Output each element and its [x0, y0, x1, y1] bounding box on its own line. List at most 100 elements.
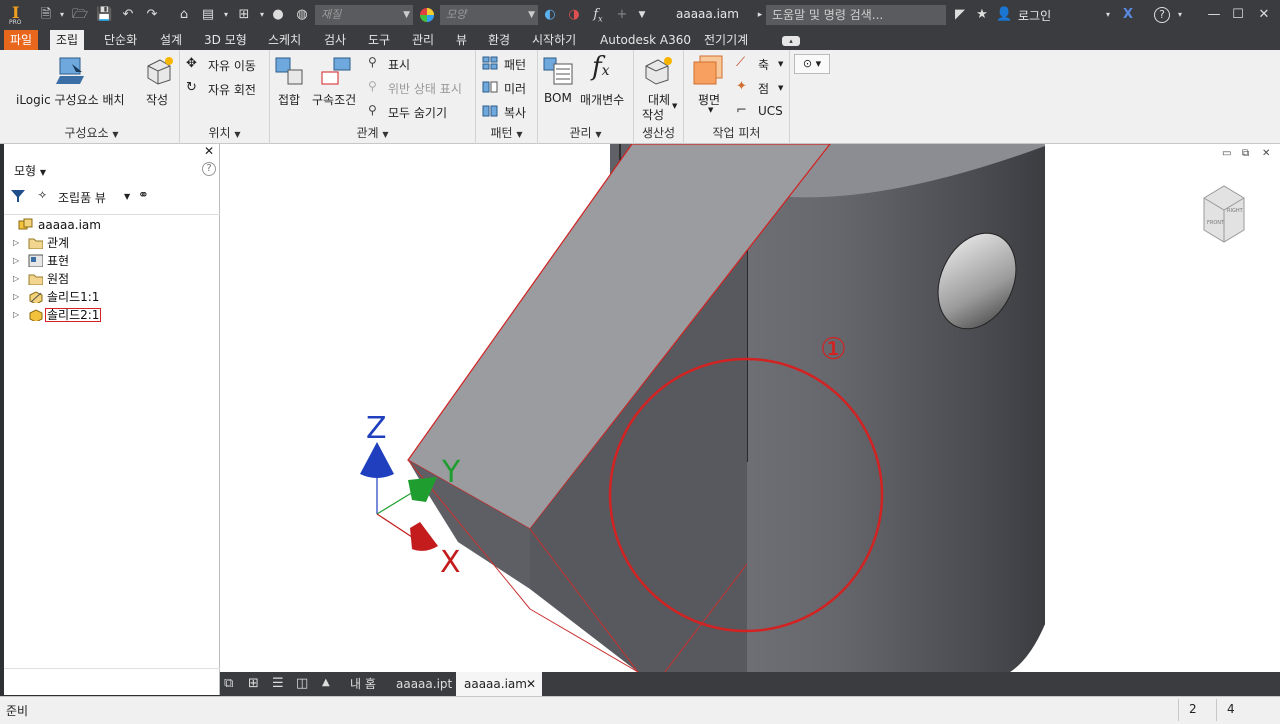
sphere-icon[interactable]: ◍ — [294, 7, 310, 23]
show-sick-button[interactable]: 위반 상태 표시 — [388, 80, 462, 97]
function-icon[interactable]: fx — [590, 7, 606, 24]
binoculars-icon[interactable]: ◤ — [952, 7, 968, 23]
tile-horizontal-icon[interactable]: ☰ — [272, 676, 284, 691]
tab-3d-model[interactable]: 3D 모형 — [198, 30, 253, 50]
close-viewport-icon[interactable]: ✕ — [1262, 148, 1270, 159]
ribbon-toggle-icon[interactable]: ▴ — [782, 36, 800, 46]
panel-title-position[interactable]: 위치 ▼ — [180, 124, 269, 141]
point-button[interactable]: 점 — [758, 80, 769, 97]
user-icon[interactable]: 👤 — [996, 7, 1012, 23]
copy-button[interactable]: 복사 — [504, 104, 526, 121]
tab-doc-iam[interactable]: aaaaa.iam ✕ — [456, 672, 542, 696]
tile-icon[interactable]: ⊞ — [248, 676, 259, 691]
tab-environments[interactable]: 환경 — [482, 30, 516, 50]
save-icon[interactable]: 💾 — [96, 7, 112, 23]
select-filter-icon[interactable]: ⊞ — [236, 7, 252, 23]
assembly-view-select[interactable]: 조립품 뷰 — [58, 189, 106, 206]
tab-manage[interactable]: 관리 — [406, 30, 440, 50]
adjust-appearance-icon[interactable]: ◐ — [542, 7, 558, 23]
create-component-icon[interactable] — [144, 56, 174, 89]
parameters-button[interactable]: 매개변수 — [580, 91, 624, 108]
tab-get-started[interactable]: 시작하기 — [526, 30, 582, 50]
free-move-button[interactable]: 자유 이동 — [208, 57, 256, 74]
tile-vertical-icon[interactable]: ◫ — [296, 676, 308, 691]
ucs-button[interactable]: UCS — [758, 104, 783, 118]
chevron-down-icon[interactable]: ▾ — [218, 7, 234, 23]
arrange-up-icon[interactable]: ▲ — [322, 677, 330, 688]
parameters-icon[interactable]: fx — [592, 52, 610, 82]
tab-doc-ipt[interactable]: aaaaa.ipt — [388, 672, 460, 696]
tab-inspect[interactable]: 검사 — [318, 30, 352, 50]
minimize-icon[interactable]: — — [1206, 7, 1222, 23]
show-button[interactable]: 표시 — [388, 56, 410, 73]
chevron-down-icon[interactable]: ▼ — [124, 192, 130, 201]
panel-title-pattern[interactable]: 패턴 ▼ — [476, 124, 537, 141]
expand-arrow-icon[interactable]: ▷ — [13, 252, 19, 270]
measure-icon[interactable]: ● — [270, 7, 286, 23]
mirror-button[interactable]: 미러 — [504, 80, 526, 97]
quick-access-dropdown[interactable]: ⊙ ▾ — [794, 54, 830, 74]
app-logo-icon[interactable]: I PRO — [6, 3, 26, 27]
tab-electromechanical[interactable]: 전기기계 — [698, 30, 754, 50]
new-file-icon[interactable]: 🗎 — [38, 7, 54, 23]
chevron-down-icon[interactable]: ▾ — [54, 7, 70, 23]
find-binoculars-icon[interactable]: ⚭ — [138, 188, 149, 203]
clear-appearance-icon[interactable]: ◑ — [566, 7, 582, 23]
open-folder-icon[interactable]: 🗁 — [72, 7, 88, 23]
plane-icon[interactable] — [692, 54, 724, 89]
expand-arrow-icon[interactable]: ▷ — [13, 306, 19, 324]
expand-arrow-icon[interactable]: ▷ — [13, 270, 19, 288]
tab-design[interactable]: 설계 — [154, 30, 188, 50]
search-input[interactable]: 도움말 및 명령 검색... — [766, 5, 946, 25]
redo-icon[interactable]: ↷ — [144, 7, 160, 23]
close-browser-icon[interactable]: ✕ — [204, 144, 214, 158]
chevron-down-icon[interactable]: ▾ — [254, 7, 270, 23]
place-ilogic-button[interactable]: iLogic 구성요소 배치 — [16, 91, 125, 108]
star-icon[interactable]: ★ — [974, 7, 990, 23]
filter-icon[interactable] — [10, 188, 26, 207]
chevron-down-icon[interactable]: ▾ — [1100, 7, 1116, 23]
expand-arrow-icon[interactable]: ▷ — [13, 234, 19, 252]
tab-a360[interactable]: Autodesk A360 — [594, 30, 697, 50]
exchange-icon[interactable]: X — [1120, 7, 1136, 23]
login-button[interactable]: 로그인 — [1018, 7, 1051, 24]
constrain-button[interactable]: 구속조건 — [312, 91, 356, 108]
tab-file[interactable]: 파일 — [4, 30, 39, 50]
bom-button[interactable]: BOM — [544, 91, 572, 105]
panel-title-work-features[interactable]: 작업 피처 — [684, 124, 789, 141]
panel-title-relationships[interactable]: 관계 ▼ — [270, 124, 475, 141]
pattern-button[interactable]: 패턴 — [504, 56, 526, 73]
home-icon[interactable]: ⌂ — [176, 7, 192, 23]
color-wheel-icon[interactable] — [419, 7, 435, 23]
plus-icon[interactable]: + — [614, 7, 630, 23]
material-select[interactable]: 재질 ▼ — [315, 5, 413, 25]
browser-scroll-area[interactable] — [4, 668, 220, 669]
create-component-button[interactable]: 작성 — [146, 91, 168, 108]
undo-icon[interactable]: ↶ — [120, 7, 136, 23]
substitute-icon[interactable] — [642, 56, 674, 89]
browser-title[interactable]: 모형 ▼ — [14, 162, 46, 179]
help-icon[interactable]: ? — [1154, 7, 1170, 23]
axis-button[interactable]: 축 — [758, 56, 769, 73]
viewcube[interactable]: FRONT RIGHT — [1203, 185, 1245, 243]
hide-all-button[interactable]: 모두 숨기기 — [388, 104, 447, 121]
print-icon[interactable]: ▤ — [200, 7, 216, 23]
browser-help-icon[interactable]: ? — [202, 162, 216, 176]
tab-tools[interactable]: 도구 — [362, 30, 396, 50]
joint-icon[interactable] — [274, 56, 306, 89]
customize-icon[interactable]: ▼ — [634, 7, 650, 23]
free-rotate-button[interactable]: 자유 회전 — [208, 81, 256, 98]
graphics-viewport[interactable]: ① Z Y X FRONT RIGHT ▭ ⧉ ✕ — [220, 144, 1280, 672]
maximize-icon[interactable]: ☐ — [1230, 7, 1246, 23]
place-icon[interactable] — [56, 56, 90, 89]
substitute-line2[interactable]: 작성 — [642, 106, 664, 123]
chevron-down-icon[interactable]: ▾ — [1172, 7, 1188, 23]
close-icon[interactable]: ✕ — [1256, 7, 1272, 23]
tab-my-home[interactable]: 내 홈 — [342, 672, 384, 696]
tab-assemble[interactable]: 조립 — [50, 30, 85, 50]
cascade-icon[interactable]: ⧉ — [224, 676, 233, 691]
bom-icon[interactable] — [542, 56, 574, 89]
constrain-icon[interactable] — [320, 56, 352, 89]
tab-view[interactable]: 뷰 — [450, 30, 473, 50]
joint-button[interactable]: 접합 — [278, 91, 300, 108]
